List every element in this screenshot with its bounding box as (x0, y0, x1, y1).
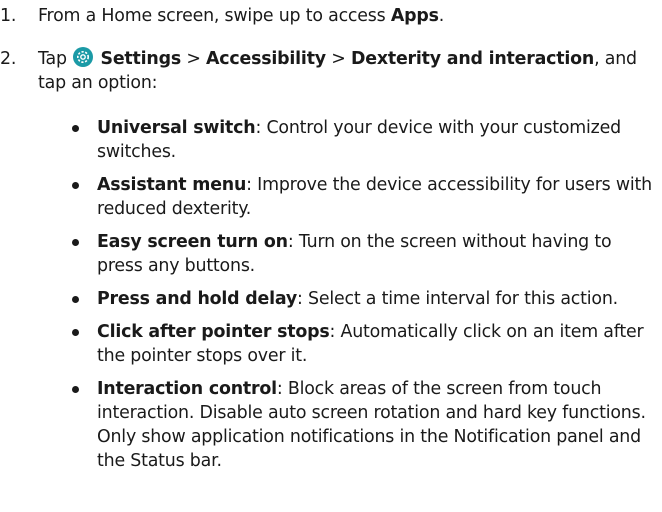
settings-label: Settings (100, 49, 182, 69)
option-term: Click after pointer stops (97, 322, 330, 342)
step-1: 1. From a Home screen, swipe up to acces… (0, 4, 650, 28)
option-text: Click after pointer stops: Automatically… (97, 320, 652, 368)
step-number: 1. (0, 6, 17, 26)
option-term: Easy screen turn on (97, 232, 288, 252)
option-text: Assistant menu: Improve the device acces… (97, 173, 652, 221)
option-easy-screen-turn-on: Easy screen turn on: Turn on the screen … (72, 230, 652, 278)
apps-label: Apps (390, 6, 439, 26)
bullet-dot (72, 125, 79, 132)
step-text: From a Home screen, swipe up to access A… (38, 4, 650, 28)
accessibility-label: Accessibility (206, 49, 326, 69)
option-term: Interaction control (97, 379, 277, 399)
bullet-dot (72, 239, 79, 246)
step-2: 2. Tap Settings > Accessibility > Dexter… (0, 47, 650, 95)
step-number: 2. (0, 49, 17, 69)
bullet-dot (72, 329, 79, 336)
option-assistant-menu: Assistant menu: Improve the device acces… (72, 173, 652, 221)
dexterity-label: Dexterity and interaction (350, 49, 595, 69)
option-click-after-pointer-stops: Click after pointer stops: Automatically… (72, 320, 652, 368)
option-desc: : Select a time interval for this action… (297, 289, 618, 309)
settings-gear-icon (73, 47, 94, 67)
option-text: Universal switch: Control your device wi… (97, 116, 652, 164)
option-term: Universal switch (97, 118, 256, 138)
option-text: Press and hold delay: Select a time inte… (97, 287, 652, 311)
tap-word: Tap (38, 49, 67, 69)
option-text: Interaction control: Block areas of the … (97, 377, 652, 473)
breadcrumb-separator: > (181, 49, 207, 69)
option-interaction-control: Interaction control: Block areas of the … (72, 377, 652, 473)
step-text-prefix: From a Home screen, swipe up to access (38, 6, 391, 26)
option-press-and-hold-delay: Press and hold delay: Select a time inte… (72, 287, 652, 311)
instruction-document: 1. From a Home screen, swipe up to acces… (0, 0, 662, 512)
bullet-dot (72, 182, 79, 189)
option-term: Assistant menu (97, 175, 247, 195)
option-term: Press and hold delay (97, 289, 298, 309)
breadcrumb-separator: > (325, 49, 351, 69)
step-text-suffix: . (438, 6, 445, 26)
option-universal-switch: Universal switch: Control your device wi… (72, 116, 652, 164)
step-text: Tap Settings > Accessibility > Dexterity… (38, 47, 650, 95)
option-text: Easy screen turn on: Turn on the screen … (97, 230, 652, 278)
bullet-dot (72, 296, 79, 303)
bullet-dot (72, 386, 79, 393)
